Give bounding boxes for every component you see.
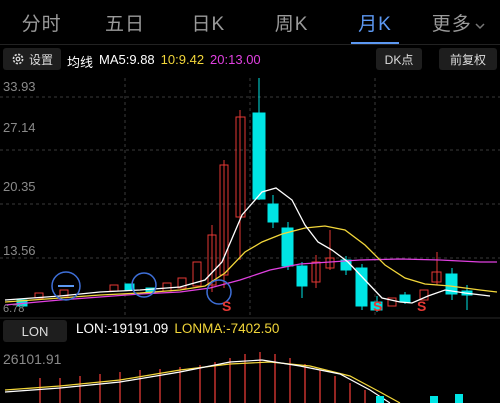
lon-histogram: [39, 352, 366, 403]
candle-down: [252, 112, 266, 200]
lon-axis-label: 26101.91: [3, 351, 62, 367]
price-axis-label: 33.93: [3, 79, 36, 94]
lon-values-row: LON:-19191.09 LONMA:-7402.50: [76, 321, 279, 336]
price-axis-label: 27.14: [3, 120, 36, 135]
candle-up: [109, 284, 119, 292]
ma5-line: [4, 187, 491, 304]
lon-indicator-button[interactable]: LON: [3, 320, 67, 342]
lon-bar-down: [430, 396, 438, 403]
price-axis-label: 13.56: [3, 243, 36, 258]
lonma-value: LONMA:-7402.50: [174, 321, 280, 336]
candle-down: [355, 267, 368, 307]
sell-marker: S: [373, 298, 383, 314]
candle-down: [296, 265, 308, 287]
lon-bar-down: [455, 394, 463, 403]
lon-button-label: LON: [21, 323, 49, 339]
candle-down: [267, 203, 279, 223]
candle-up: [162, 282, 172, 292]
lon-value: LON:-19191.09: [76, 321, 169, 336]
kline-chart: [0, 78, 500, 403]
price-axis-label: 6.78: [3, 303, 25, 315]
candle-down: [399, 294, 411, 303]
price-axis-label: 20.35: [3, 179, 36, 194]
sell-marker: S: [222, 298, 232, 314]
lonma-line: [4, 361, 401, 403]
lon-line: [4, 359, 391, 403]
sell-marker: S: [417, 298, 427, 314]
lon-bar-down: [376, 396, 384, 403]
